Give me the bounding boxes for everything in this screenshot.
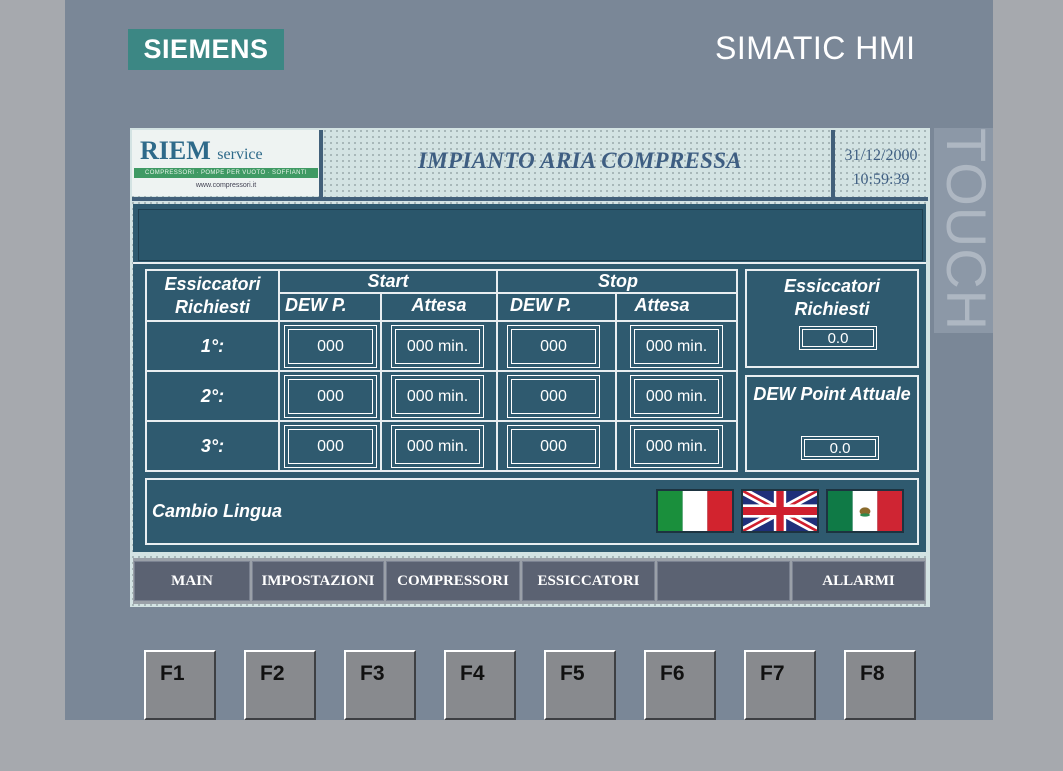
nav-allarmi-button[interactable]: ALLARMI bbox=[792, 561, 925, 601]
time-display: 10:59:39 bbox=[852, 171, 910, 188]
start-dew-field-2[interactable]: 000 bbox=[284, 375, 377, 418]
mexico-flag-icon bbox=[828, 491, 902, 531]
start-dew-field-3[interactable]: 000 bbox=[284, 425, 377, 468]
date-display: 31/12/2000 bbox=[844, 147, 918, 164]
dew-point-label: DEW Point Attuale bbox=[753, 384, 911, 404]
italy-flag-button[interactable] bbox=[656, 489, 734, 533]
start-wait-field-1[interactable]: 000 min. bbox=[391, 325, 484, 368]
riem-logo: RIEM service COMPRESSORI · POMPE PER VUO… bbox=[132, 130, 320, 196]
italy-flag-icon bbox=[658, 491, 732, 531]
language-label: Cambio Lingua bbox=[152, 501, 282, 521]
stop-wait-field-3[interactable]: 000 min. bbox=[630, 425, 723, 468]
requested-dryers-label: Essiccatori Richiesti bbox=[783, 276, 881, 319]
stop-dew-field-3[interactable]: 000 bbox=[507, 425, 600, 468]
row-label-1: 1°: bbox=[200, 336, 225, 356]
nav-compressori-button[interactable]: COMPRESSORI bbox=[386, 561, 520, 601]
nav-main-button[interactable]: MAIN bbox=[134, 561, 250, 601]
f2-key[interactable]: F2 bbox=[244, 650, 316, 720]
mexico-flag-button[interactable] bbox=[826, 489, 904, 533]
company-suffix: service bbox=[217, 146, 263, 163]
stop-wait-header: Attesa bbox=[634, 295, 690, 315]
header-underline bbox=[132, 197, 928, 201]
nav-essiccatori-button[interactable]: ESSICCATORI bbox=[522, 561, 655, 601]
stop-wait-field-2[interactable]: 000 min. bbox=[630, 375, 723, 418]
start-dew-field-1[interactable]: 000 bbox=[284, 325, 377, 368]
row-label-2: 2°: bbox=[200, 386, 225, 406]
stop-dew-header: DEW P. bbox=[510, 295, 572, 315]
model-label: SIMATIC HMI bbox=[715, 30, 916, 66]
header-divider bbox=[319, 130, 323, 197]
datetime-display: 31/12/2000 10:59:39 bbox=[834, 144, 928, 192]
start-header: Start bbox=[367, 271, 409, 291]
f6-key[interactable]: F6 bbox=[644, 650, 716, 720]
message-bar bbox=[138, 209, 923, 261]
company-tagline: COMPRESSORI · POMPE PER VUOTO · SOFFIANT… bbox=[134, 168, 318, 178]
f7-key[interactable]: F7 bbox=[744, 650, 816, 720]
start-wait-field-3[interactable]: 000 min. bbox=[391, 425, 484, 468]
row-label-3: 3°: bbox=[200, 436, 225, 456]
f1-key[interactable]: F1 bbox=[144, 650, 216, 720]
requested-dryers-value: 0.0 bbox=[799, 326, 877, 350]
f4-key[interactable]: F4 bbox=[444, 650, 516, 720]
start-wait-field-2[interactable]: 000 min. bbox=[391, 375, 484, 418]
f8-key[interactable]: F8 bbox=[844, 650, 916, 720]
dew-point-value: 0.0 bbox=[801, 436, 879, 460]
siemens-logo: SIEMENS bbox=[128, 29, 284, 70]
stop-dew-field-2[interactable]: 000 bbox=[507, 375, 600, 418]
uk-flag-icon bbox=[743, 491, 817, 531]
stop-wait-field-1[interactable]: 000 min. bbox=[630, 325, 723, 368]
uk-flag-button[interactable] bbox=[741, 489, 819, 533]
start-wait-header: Attesa bbox=[411, 295, 467, 315]
row-header: Essiccatori Richiesti bbox=[164, 274, 261, 317]
stop-dew-field-1[interactable]: 000 bbox=[507, 325, 600, 368]
company-web: www.compressori.it bbox=[195, 182, 257, 189]
touch-strip: TOUCH bbox=[934, 128, 998, 333]
f3-key[interactable]: F3 bbox=[344, 650, 416, 720]
nav-empty-button[interactable] bbox=[657, 561, 790, 601]
panel-separator bbox=[133, 262, 926, 264]
company-name: RIEM bbox=[140, 136, 211, 165]
start-dew-header: DEW P. bbox=[285, 295, 347, 315]
stop-header: Stop bbox=[598, 271, 638, 291]
f5-key[interactable]: F5 bbox=[544, 650, 616, 720]
nav-impostazioni-button[interactable]: IMPOSTAZIONI bbox=[252, 561, 384, 601]
page-title: IMPIANTO ARIA COMPRESSA bbox=[418, 148, 742, 173]
touch-label: TOUCH bbox=[935, 128, 998, 332]
